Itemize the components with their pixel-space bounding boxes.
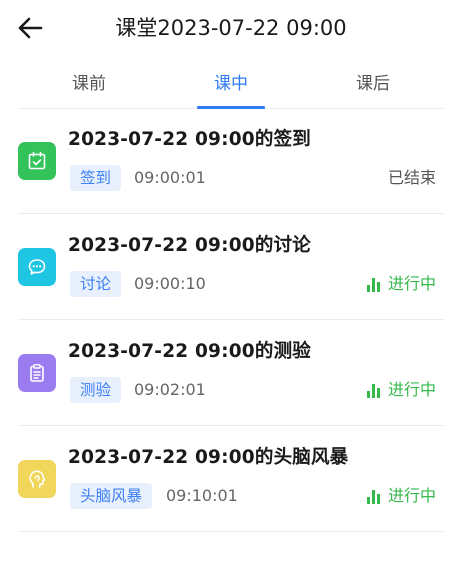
activity-type-tag: 讨论 [70, 271, 122, 297]
activity-item-quiz[interactable]: 2023-07-22 09:00的测验 测验 09:02:01 进行中 [18, 320, 444, 426]
activity-time: 09:02:01 [134, 380, 206, 399]
status-label: 已结束 [387, 168, 436, 187]
activity-item-checkin[interactable]: 2023-07-22 09:00的签到 签到 09:00:01 已结束 [18, 108, 444, 214]
activity-title: 2023-07-22 09:00的签到 [68, 129, 311, 150]
activity-list: 2023-07-22 09:00的签到 签到 09:00:01 已结束 2023… [0, 108, 462, 532]
tab-after-class[interactable]: 课后 [302, 62, 444, 108]
header: 课堂2023-07-22 09:00 [0, 0, 462, 56]
back-button[interactable] [14, 12, 46, 44]
status-badge: 进行中 [366, 377, 436, 403]
status-badge: 进行中 [366, 483, 436, 509]
activity-time: 09:00:10 [134, 274, 206, 293]
activity-type-tag: 签到 [70, 165, 122, 191]
tab-in-class[interactable]: 课中 [160, 62, 302, 109]
brainstorm-head-icon [18, 460, 56, 498]
activity-type-tag: 测验 [70, 377, 122, 403]
activity-time: 09:10:01 [166, 486, 238, 505]
status-label: 进行中 [387, 380, 436, 399]
tab-bar: 课前 课中 课后 [18, 62, 444, 109]
status-label: 进行中 [387, 274, 436, 293]
activity-time: 09:00:01 [134, 168, 206, 187]
status-label: 进行中 [387, 486, 436, 505]
checkin-calendar-icon [18, 142, 56, 180]
status-badge: 已结束 [388, 165, 436, 191]
discussion-chat-icon [18, 248, 56, 286]
tab-before-class[interactable]: 课前 [18, 62, 160, 108]
activity-title: 2023-07-22 09:00的头脑风暴 [68, 447, 349, 468]
activity-item-discussion[interactable]: 2023-07-22 09:00的讨论 讨论 09:00:10 进行中 [18, 214, 444, 320]
activity-item-brainstorm[interactable]: 2023-07-22 09:00的头脑风暴 头脑风暴 09:10:01 进行中 [18, 426, 444, 532]
signal-bars-icon [366, 382, 382, 398]
activity-title: 2023-07-22 09:00的讨论 [68, 235, 311, 256]
status-badge: 进行中 [366, 271, 436, 297]
signal-bars-icon [366, 488, 382, 504]
activity-title: 2023-07-22 09:00的测验 [68, 341, 311, 362]
back-arrow-icon [18, 17, 43, 39]
page-title: 课堂2023-07-22 09:00 [115, 16, 347, 40]
activity-type-tag: 头脑风暴 [70, 483, 153, 509]
quiz-clipboard-icon [18, 354, 56, 392]
signal-bars-icon [366, 276, 382, 292]
